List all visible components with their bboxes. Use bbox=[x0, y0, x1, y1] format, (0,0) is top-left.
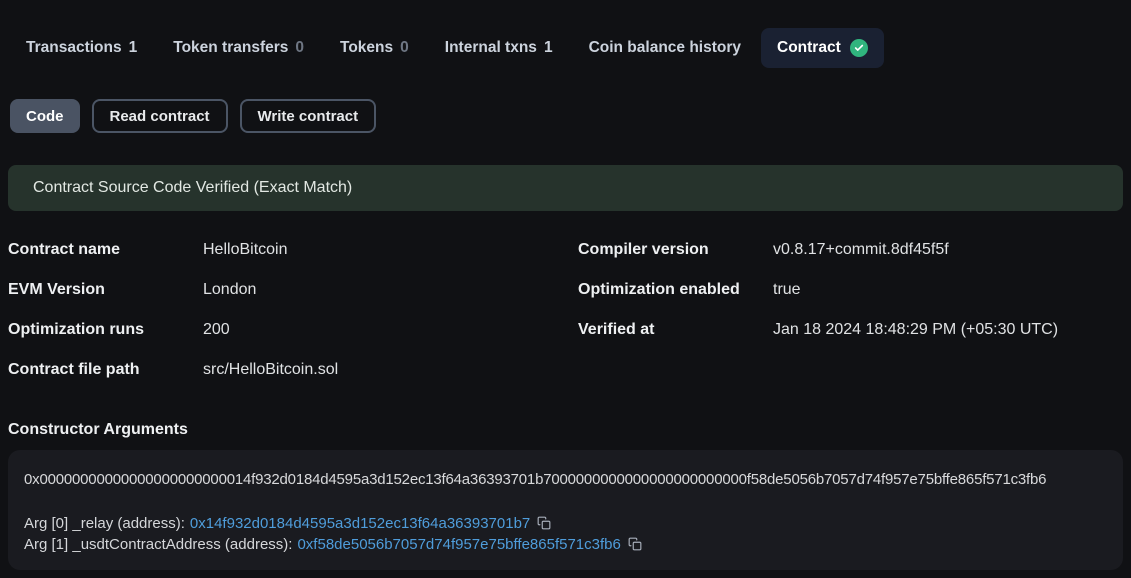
constructor-arguments-panel: 0x00000000000000000000000014f932d0184d45… bbox=[8, 450, 1123, 570]
info-label: Optimization runs bbox=[8, 318, 203, 342]
tab-count: 1 bbox=[544, 39, 553, 57]
arg-address-link[interactable]: 0xf58de5056b7057d74f957e75bffe865f571c3f… bbox=[297, 536, 620, 553]
constructor-args-raw-hex: 0x00000000000000000000000014f932d0184d45… bbox=[24, 471, 1107, 489]
tab-token-transfers[interactable]: Token transfers 0 bbox=[173, 39, 304, 57]
arg-address-link[interactable]: 0x14f932d0184d4595a3d152ec13f64a36393701… bbox=[190, 515, 530, 532]
constructor-args-list: Arg [0] _relay (address): 0x14f932d0184d4… bbox=[24, 513, 1107, 555]
verified-banner: Contract Source Code Verified (Exact Mat… bbox=[8, 165, 1123, 211]
tab-transactions[interactable]: Transactions 1 bbox=[26, 39, 137, 57]
tab-label: Contract bbox=[777, 39, 841, 57]
optimization-enabled-value: true bbox=[773, 278, 1123, 302]
arg-row: Arg [1] _usdtContractAddress (address): 0… bbox=[24, 534, 1107, 555]
tab-label: Internal txns bbox=[445, 39, 537, 57]
info-label: EVM Version bbox=[8, 278, 203, 302]
tab-count: 1 bbox=[129, 39, 138, 57]
tab-label: Transactions bbox=[26, 39, 122, 57]
verified-check-icon bbox=[850, 39, 868, 57]
tab-label: Tokens bbox=[340, 39, 393, 57]
tab-contract[interactable]: Contract bbox=[761, 28, 884, 68]
copy-icon[interactable] bbox=[628, 537, 642, 551]
info-label: Compiler version bbox=[578, 238, 773, 262]
optimization-runs-value: 200 bbox=[203, 318, 578, 342]
contract-info-grid: Contract name HelloBitcoin Compiler vers… bbox=[8, 238, 1123, 382]
tab-internal-txns[interactable]: Internal txns 1 bbox=[445, 39, 553, 57]
compiler-version-value: v0.8.17+commit.8df45f5f bbox=[773, 238, 1123, 262]
copy-icon[interactable] bbox=[537, 516, 551, 530]
arg-row: Arg [0] _relay (address): 0x14f932d0184d4… bbox=[24, 513, 1107, 534]
tab-label: Token transfers bbox=[173, 39, 288, 57]
info-label: Optimization enabled bbox=[578, 278, 773, 302]
tab-label: Coin balance history bbox=[589, 39, 741, 57]
arg-label: Arg [1] _usdtContractAddress (address): bbox=[24, 536, 292, 553]
contract-file-path-value: src/HelloBitcoin.sol bbox=[203, 358, 578, 382]
read-contract-button[interactable]: Read contract bbox=[92, 99, 228, 133]
write-contract-button[interactable]: Write contract bbox=[240, 99, 377, 133]
tab-coin-balance-history[interactable]: Coin balance history bbox=[589, 39, 741, 57]
tab-count: 0 bbox=[295, 39, 304, 57]
contract-tab-bar: Transactions 1 Token transfers 0 Tokens … bbox=[26, 28, 1131, 68]
verified-banner-text: Contract Source Code Verified (Exact Mat… bbox=[33, 179, 352, 197]
evm-version-value: London bbox=[203, 278, 578, 302]
code-tab-button[interactable]: Code bbox=[10, 99, 80, 133]
contract-name-value: HelloBitcoin bbox=[203, 238, 578, 262]
info-label: Contract file path bbox=[8, 358, 203, 382]
constructor-arguments-heading: Constructor Arguments bbox=[8, 421, 1123, 439]
info-label: Verified at bbox=[578, 318, 773, 342]
info-label: Contract name bbox=[8, 238, 203, 262]
tab-count: 0 bbox=[400, 39, 409, 57]
tab-tokens[interactable]: Tokens 0 bbox=[340, 39, 409, 57]
verified-at-value: Jan 18 2024 18:48:29 PM (+05:30 UTC) bbox=[773, 318, 1123, 342]
contract-subtabs: Code Read contract Write contract bbox=[10, 99, 1131, 133]
arg-label: Arg [0] _relay (address): bbox=[24, 515, 185, 532]
